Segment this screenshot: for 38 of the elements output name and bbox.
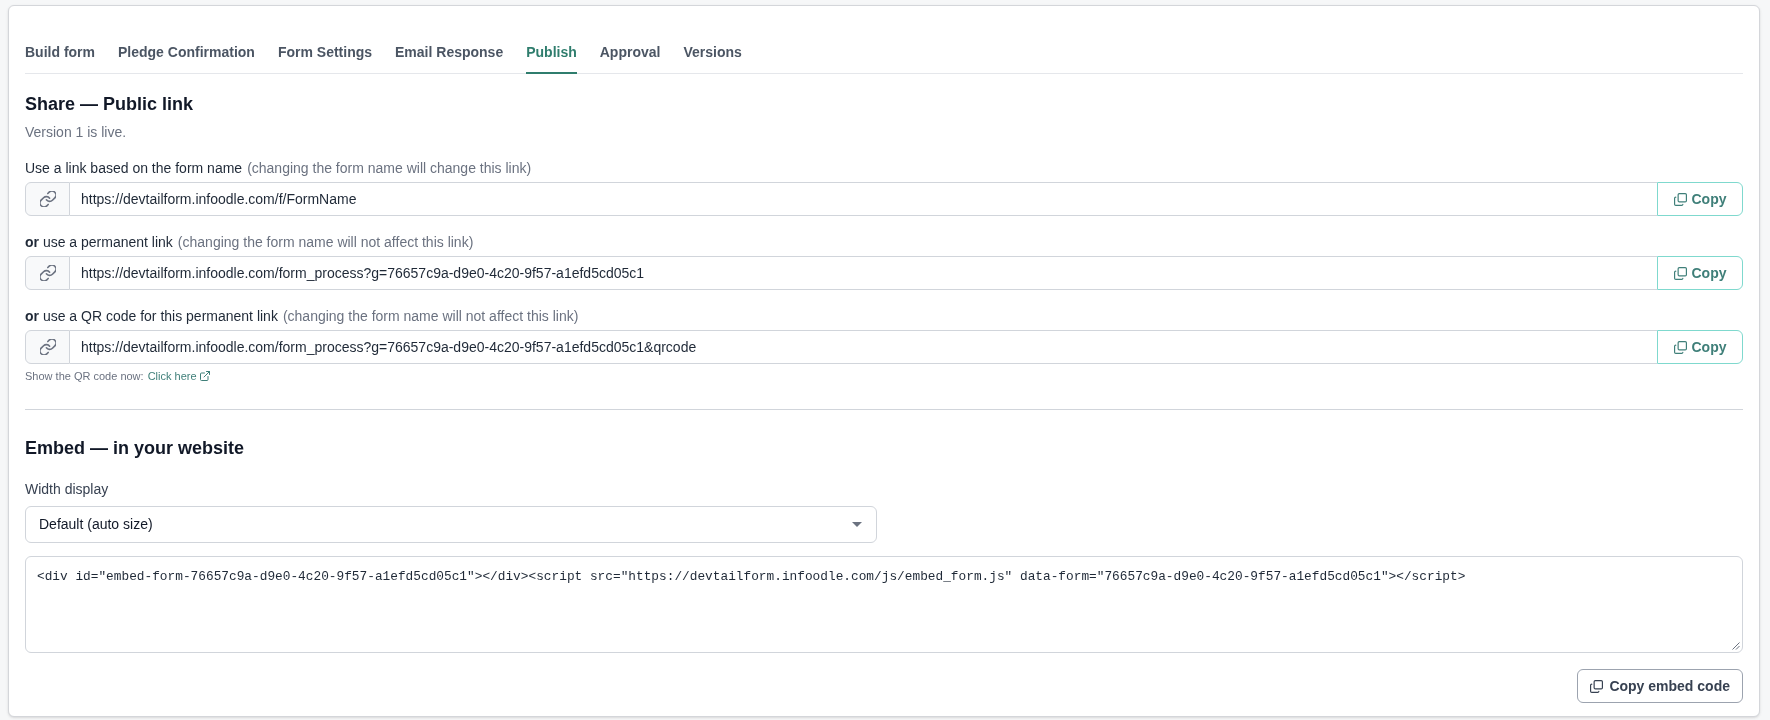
tab[interactable]: Publish bbox=[526, 30, 577, 74]
link-icon bbox=[39, 191, 56, 207]
url-field[interactable]: https://devtailform.infoodle.com/f/FormName bbox=[70, 182, 1657, 216]
copy-button[interactable]: Copy bbox=[1657, 330, 1743, 364]
status-text: Version 1 is live. bbox=[25, 123, 128, 142]
tab[interactable]: Email Response bbox=[395, 30, 504, 74]
tab[interactable]: Build form bbox=[25, 30, 95, 74]
tab[interactable]: Pledge Confirmation bbox=[118, 30, 255, 74]
link-icon bbox=[39, 339, 56, 355]
url-field[interactable]: https://devtailform.infoodle.com/form_process?g=76657c9a-d9e0-4c20-9f57-a1efd5cd05c1&qrcode bbox=[70, 330, 1657, 364]
field-label: Use a link based on the form name bbox=[25, 159, 243, 178]
width-select[interactable]: Default (auto size) bbox=[25, 506, 877, 543]
copy-icon bbox=[1673, 192, 1687, 206]
field-label: Width display bbox=[25, 480, 109, 499]
url-field[interactable]: https://devtailform.infoodle.com/form_process?g=76657c9a-d9e0-4c20-9f57-a1efd5cd05c1 bbox=[70, 256, 1657, 290]
caret-icon bbox=[852, 522, 862, 527]
field-label: or use a permanent link bbox=[25, 233, 173, 252]
section-heading: Embed — in your website bbox=[25, 437, 246, 460]
section-heading: Share — Public link bbox=[25, 93, 195, 116]
tab[interactable]: Versions bbox=[683, 30, 742, 74]
tab[interactable]: Approval bbox=[599, 30, 661, 74]
copy-button[interactable]: Copy bbox=[1657, 182, 1743, 216]
copy-icon bbox=[1673, 340, 1687, 354]
copy-embed-code-button[interactable]: Copy embed code bbox=[1577, 669, 1743, 703]
hint-text: (changing the form name will change this link) bbox=[247, 159, 532, 178]
resize-handle-icon bbox=[1732, 642, 1740, 650]
external-link-icon bbox=[199, 371, 210, 381]
copy-icon bbox=[1590, 679, 1604, 693]
tab[interactable]: Form Settings bbox=[277, 30, 373, 74]
hint-text: (changing the form name will not affect this link) bbox=[177, 233, 474, 252]
link-icon bbox=[39, 265, 56, 281]
embed-code-field[interactable]: <div id="embed-form-76657c9a-d9e0-4c20-9f57-a1efd5cd05c1"></div><script src="https://devtailform.infoodle.com/js/embed_form.js" data-form="76657c9a-d9e0-4c20-9f57-a1efd5cd05c1"></script> bbox=[25, 556, 1743, 653]
hint-text: (changing the form name will not affect this link) bbox=[282, 307, 579, 326]
field-label: or use a QR code for this permanent link bbox=[25, 307, 278, 326]
copy-button[interactable]: Copy bbox=[1657, 256, 1743, 290]
copy-icon bbox=[1673, 266, 1687, 280]
click-here-link[interactable]: Click here bbox=[147, 368, 210, 384]
qr-note-text: Show the QR code now: bbox=[25, 369, 144, 384]
